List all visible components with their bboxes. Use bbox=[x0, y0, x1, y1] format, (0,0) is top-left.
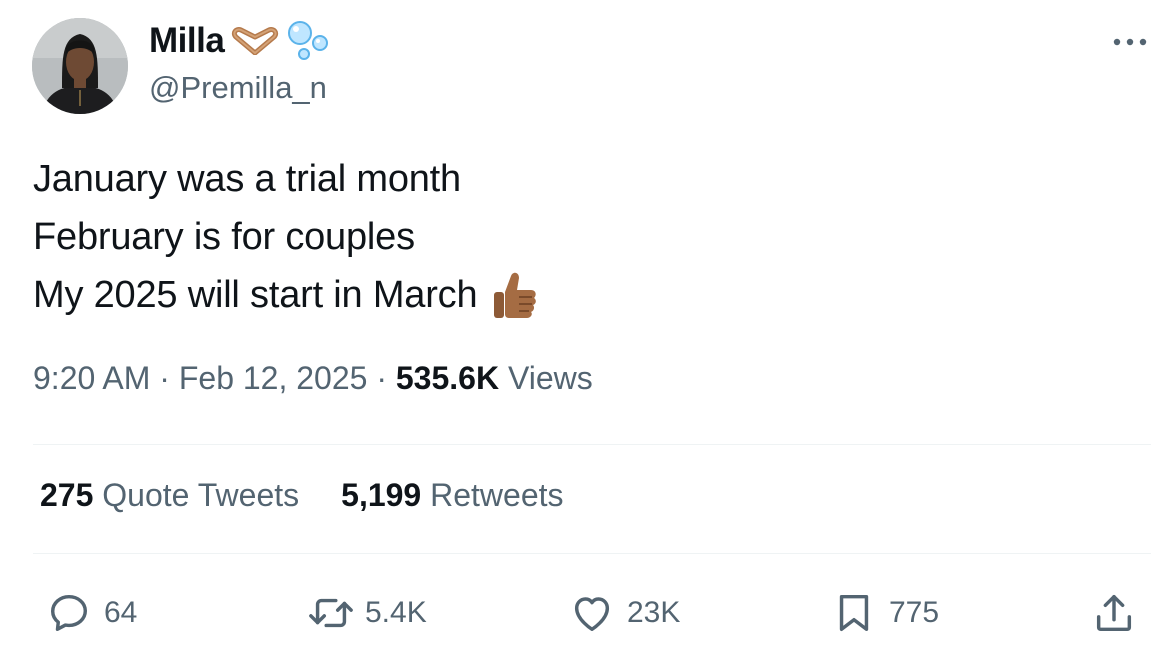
more-icon bbox=[1113, 38, 1147, 46]
views-label: Views bbox=[499, 360, 593, 397]
tweet-stats: 275 Quote Tweets 5,199 Retweets bbox=[40, 477, 564, 514]
avatar[interactable] bbox=[32, 18, 128, 114]
tweet-line: February is for couples bbox=[33, 216, 415, 258]
thumbs-up-icon bbox=[491, 270, 537, 320]
tweet-meta: 9:20 AM · Feb 12, 2025 · 535.6K Views bbox=[33, 360, 593, 397]
bubbles-emoji-icon bbox=[286, 19, 334, 63]
heart-icon bbox=[574, 597, 610, 632]
reply-icon bbox=[50, 594, 88, 632]
divider bbox=[33, 444, 1151, 445]
bookmark-count: 775 bbox=[889, 596, 940, 629]
share-icon bbox=[1096, 594, 1132, 632]
quote-tweets-count: 275 bbox=[40, 477, 94, 513]
more-options-button[interactable] bbox=[1110, 30, 1150, 54]
tweet-line: My 2025 will start in March bbox=[33, 266, 537, 324]
name-row: Milla bbox=[149, 19, 334, 63]
quote-tweets-stat[interactable]: 275 Quote Tweets bbox=[40, 477, 299, 514]
divider bbox=[33, 553, 1151, 554]
tweet-text: January was a trial month February is fo… bbox=[33, 150, 537, 324]
retweet-icon bbox=[309, 598, 353, 628]
bookmark-button[interactable]: 775 bbox=[831, 588, 939, 638]
retweet-button[interactable]: 5.4K bbox=[305, 588, 427, 638]
tweet-time[interactable]: 9:20 AM bbox=[33, 360, 150, 397]
retweets-count: 5,199 bbox=[341, 477, 422, 513]
meta-separator: · bbox=[367, 360, 396, 396]
reply-count: 64 bbox=[104, 596, 138, 629]
like-button[interactable]: 23K bbox=[569, 588, 680, 638]
meta-separator: · bbox=[150, 360, 179, 396]
retweets-label: Retweets bbox=[430, 477, 564, 513]
views-count: 535.6K bbox=[395, 360, 500, 396]
tweet-line-text: My 2025 will start in March bbox=[33, 274, 478, 316]
user-handle[interactable]: @Premilla_n bbox=[149, 70, 327, 106]
tweet-date[interactable]: Feb 12, 2025 bbox=[179, 360, 368, 397]
like-count: 23K bbox=[627, 596, 681, 629]
retweet-count: 5.4K bbox=[365, 596, 427, 629]
share-button[interactable] bbox=[1091, 588, 1137, 638]
views-label-text: Views bbox=[507, 360, 593, 396]
heart-hands-emoji-icon bbox=[230, 27, 280, 55]
reply-button[interactable]: 64 bbox=[46, 588, 137, 638]
bookmark-icon bbox=[839, 594, 869, 632]
retweets-stat[interactable]: 5,199 Retweets bbox=[341, 477, 563, 514]
display-name[interactable]: Milla bbox=[149, 21, 225, 61]
tweet-line: January was a trial month bbox=[33, 158, 461, 200]
action-bar: 64 5.4K 23K 775 bbox=[0, 588, 1176, 638]
quote-tweets-label: Quote Tweets bbox=[102, 477, 300, 513]
tweet-card: Milla @Premilla_n January was a trial mo… bbox=[0, 0, 1176, 658]
